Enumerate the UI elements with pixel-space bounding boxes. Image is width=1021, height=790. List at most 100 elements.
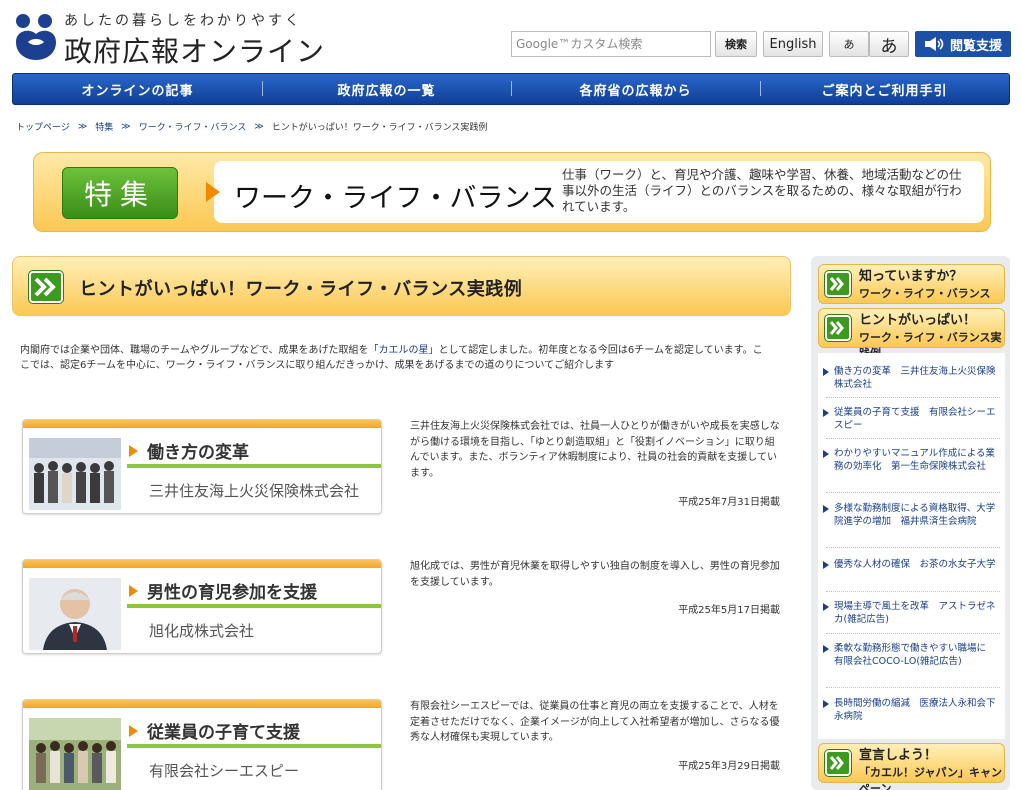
double-chevron-icon bbox=[825, 315, 851, 341]
card-topbar bbox=[23, 560, 381, 568]
sidebar-link-item[interactable]: 多様な勤務制度による資格取得、大学院進学の増加 福井県済生会病院 bbox=[818, 502, 1005, 528]
triangle-bullet-icon bbox=[823, 603, 829, 611]
sidebar-link-label: 従業員の子育て支援 有限会社シーエスピー bbox=[834, 407, 996, 431]
case-card-csp[interactable]: 従業員の子育て支援 有限会社シーエスピー bbox=[22, 699, 382, 790]
card-topbar bbox=[23, 420, 381, 428]
feature-title: ワーク・ライフ・バランス bbox=[234, 183, 557, 214]
sidebar-banner-hints[interactable]: ヒントがいっぱい！ ワーク・ライフ・バランス実践例 bbox=[818, 308, 1005, 360]
double-chevron-icon bbox=[825, 750, 851, 776]
card-arrow-icon bbox=[129, 445, 138, 457]
breadcrumb-feature[interactable]: 特集 bbox=[95, 120, 113, 133]
case-card-mitsui[interactable]: 働き方の変革 三井住友海上火災保険株式会社 bbox=[22, 419, 382, 514]
double-chevron-icon bbox=[29, 271, 63, 303]
sidebar-link-list: 働き方の変革 三井住友海上火災保険株式会社 従業員の子育て支援 有限会社シーエス… bbox=[818, 353, 1005, 739]
intro-highlight-link[interactable]: 「カエルの星」 bbox=[369, 345, 439, 356]
sidebar-link-label: 優秀な人材の確保 お茶の水女子大学 bbox=[834, 559, 996, 570]
card-divider bbox=[127, 604, 381, 608]
accessibility-reader-button[interactable]: 閲覧支援 bbox=[915, 31, 1011, 57]
divider bbox=[826, 397, 1000, 398]
card-description: 有限会社シーエスピーでは、従業員の仕事と育児の両立を支援することで、人材を定着さ… bbox=[410, 701, 780, 743]
nav-item-guide[interactable]: ご案内とご利用手引 bbox=[760, 80, 1009, 99]
card-company: 三井住友海上火災保険株式会社 bbox=[149, 482, 360, 500]
divider bbox=[826, 438, 1000, 439]
sidebar-link-item[interactable]: 従業員の子育て支援 有限会社シーエスピー bbox=[818, 406, 1005, 432]
triangle-bullet-icon bbox=[823, 368, 829, 376]
sidebar-link-label: 働き方の変革 三井住友海上火災保険株式会社 bbox=[834, 366, 996, 390]
sidebar-link-item[interactable]: 現場主導で風土を改革 アストラゼネカ(雑記広告) bbox=[818, 600, 1005, 626]
breadcrumb-separator-icon: ≫ bbox=[121, 121, 131, 132]
card-title: 従業員の子育て支援 bbox=[147, 723, 300, 743]
triangle-bullet-icon bbox=[823, 645, 829, 653]
search-input[interactable] bbox=[511, 31, 711, 57]
card-company: 有限会社シーエスピー bbox=[149, 762, 300, 780]
card-date: 平成25年5月17日掲載 bbox=[678, 605, 780, 616]
feature-badge: 特集 bbox=[62, 167, 178, 219]
triangle-bullet-icon bbox=[823, 505, 829, 513]
intro-text: 内閣府では企業や団体、職場のチームやグループなどで、成果をあげた取組を「カエルの… bbox=[20, 343, 770, 373]
sidebar-banner-title: 宣言しよう！ bbox=[859, 748, 938, 763]
sidebar-link-label: わかりやすいマニュアル作成による業務の効率化 第一生命保険株式会社 bbox=[834, 448, 995, 472]
sidebar-link-item[interactable]: わかりやすいマニュアル作成による業務の効率化 第一生命保険株式会社 bbox=[818, 447, 1005, 473]
breadcrumb-separator-icon: ≫ bbox=[77, 121, 88, 132]
reader-button-label: 閲覧支援 bbox=[949, 38, 1002, 54]
breadcrumb-wlb[interactable]: ワーク・ライフ・バランス bbox=[139, 120, 247, 133]
english-button[interactable]: English bbox=[763, 31, 823, 57]
divider bbox=[826, 591, 1000, 592]
site-header: あしたの暮らしをわかりやすく 政府広報オンライン 検索 English あ あ … bbox=[0, 0, 1021, 72]
sidebar-banner-sub: ワーク・ライフ・バランス bbox=[859, 287, 991, 300]
divider bbox=[826, 547, 1000, 548]
site-title[interactable]: 政府広報オンライン bbox=[64, 30, 325, 70]
font-size-large-button[interactable]: あ bbox=[869, 31, 909, 57]
sidebar-link-item[interactable]: 働き方の変革 三井住友海上火災保険株式会社 bbox=[818, 365, 1005, 391]
sidebar-banner-declare[interactable]: 宣言しよう！ 「カエル！ジャパン」キャンペーン bbox=[818, 743, 1005, 790]
triangle-bullet-icon bbox=[823, 450, 829, 458]
intro-text-before: 内閣府では企業や団体、職場のチームやグループなどで、成果をあげた取組を bbox=[20, 345, 369, 356]
sidebar-banner-title: ヒントがいっぱい！ bbox=[859, 313, 977, 328]
sidebar-link-item[interactable]: 柔軟な勤務形態で働きやすい職場に 有限会社COCO-LO(雑記広告) bbox=[818, 642, 1005, 668]
team-photo-image bbox=[29, 438, 121, 510]
card-company: 旭化成株式会社 bbox=[149, 622, 255, 640]
divider bbox=[826, 687, 1000, 688]
card-title: 男性の育児参加を支援 bbox=[147, 583, 317, 603]
feature-description: 仕事（ワーク）と、育児や介護、趣味や学習、休養、地域活動などの仕事以外の生活（ラ… bbox=[562, 167, 962, 214]
sidebar-banner-title: 知っていますか？ bbox=[859, 269, 963, 284]
card-description: 三井住友海上火災保険株式会社では、社員一人ひとりが働きがいや成長を実感しながら働… bbox=[410, 421, 780, 479]
sidebar-link-label: 柔軟な勤務形態で働きやすい職場に 有限会社COCO-LO(雑記広告) bbox=[834, 643, 996, 667]
card-topbar bbox=[23, 700, 381, 708]
group-photo-image bbox=[29, 718, 121, 790]
portrait-photo-image bbox=[29, 578, 121, 650]
breadcrumb: トップページ ≫ 特集 ≫ ワーク・ライフ・バランス ≫ ヒントがいっぱい！ワー… bbox=[16, 120, 488, 134]
divider bbox=[826, 492, 1000, 493]
card-date: 平成25年3月29日掲載 bbox=[678, 761, 780, 772]
double-chevron-icon bbox=[825, 271, 851, 297]
sidebar-link-item[interactable]: 長時間労働の縮減 医療法人永和会下永病院 bbox=[818, 697, 1005, 723]
card-arrow-icon bbox=[129, 725, 138, 737]
sidebar-link-label: 現場主導で風土を改革 アストラゼネカ(雑記広告) bbox=[834, 601, 996, 625]
nav-item-online-articles[interactable]: オンラインの記事 bbox=[13, 80, 262, 99]
nav-item-pr-list[interactable]: 政府広報の一覧 bbox=[262, 80, 511, 99]
divider bbox=[826, 633, 1000, 634]
global-nav: オンラインの記事 政府広報の一覧 各府省の広報から ご案内とご利用手引 bbox=[12, 73, 1010, 105]
case-card-asahi-kasei[interactable]: 男性の育児参加を支援 旭化成株式会社 bbox=[22, 559, 382, 654]
sidebar: 知っていますか？ ワーク・ライフ・バランス ヒントがいっぱい！ ワーク・ライフ・… bbox=[811, 256, 1010, 790]
card-arrow-icon bbox=[129, 585, 138, 597]
sidebar-banner-about-wlb[interactable]: 知っていますか？ ワーク・ライフ・バランス bbox=[818, 264, 1005, 304]
page-title: ヒントがいっぱい！ワーク・ライフ・バランス実践例 bbox=[79, 279, 523, 300]
feature-arrow-icon bbox=[206, 182, 220, 202]
sidebar-link-item[interactable]: 優秀な人材の確保 お茶の水女子大学 bbox=[818, 558, 1005, 571]
font-size-small-button[interactable]: あ bbox=[829, 31, 869, 57]
sidebar-link-label: 多様な勤務制度による資格取得、大学院進学の増加 福井県済生会病院 bbox=[834, 503, 996, 527]
search-button[interactable]: 検索 bbox=[715, 31, 757, 57]
site-tagline: あしたの暮らしをわかりやすく bbox=[64, 13, 302, 29]
triangle-bullet-icon bbox=[823, 561, 829, 569]
sidebar-link-label: 長時間労働の縮減 医療法人永和会下永病院 bbox=[834, 698, 996, 722]
card-divider bbox=[127, 744, 381, 748]
breadcrumb-top[interactable]: トップページ bbox=[16, 120, 70, 133]
government-logo-icon[interactable] bbox=[12, 12, 60, 62]
breadcrumb-current: ヒントがいっぱい！ワーク・ライフ・バランス実践例 bbox=[271, 123, 488, 133]
sidebar-banner-sub: 「カエル！ジャパン」キャンペーン bbox=[859, 766, 1002, 790]
page-heading-bar: ヒントがいっぱい！ワーク・ライフ・バランス実践例 bbox=[12, 256, 791, 316]
nav-item-ministries[interactable]: 各府省の広報から bbox=[511, 80, 760, 99]
feature-banner[interactable]: 特集 ワーク・ライフ・バランス 仕事（ワーク）と、育児や介護、趣味や学習、休養、… bbox=[33, 152, 991, 232]
card-date: 平成25年7月31日掲載 bbox=[678, 497, 780, 508]
